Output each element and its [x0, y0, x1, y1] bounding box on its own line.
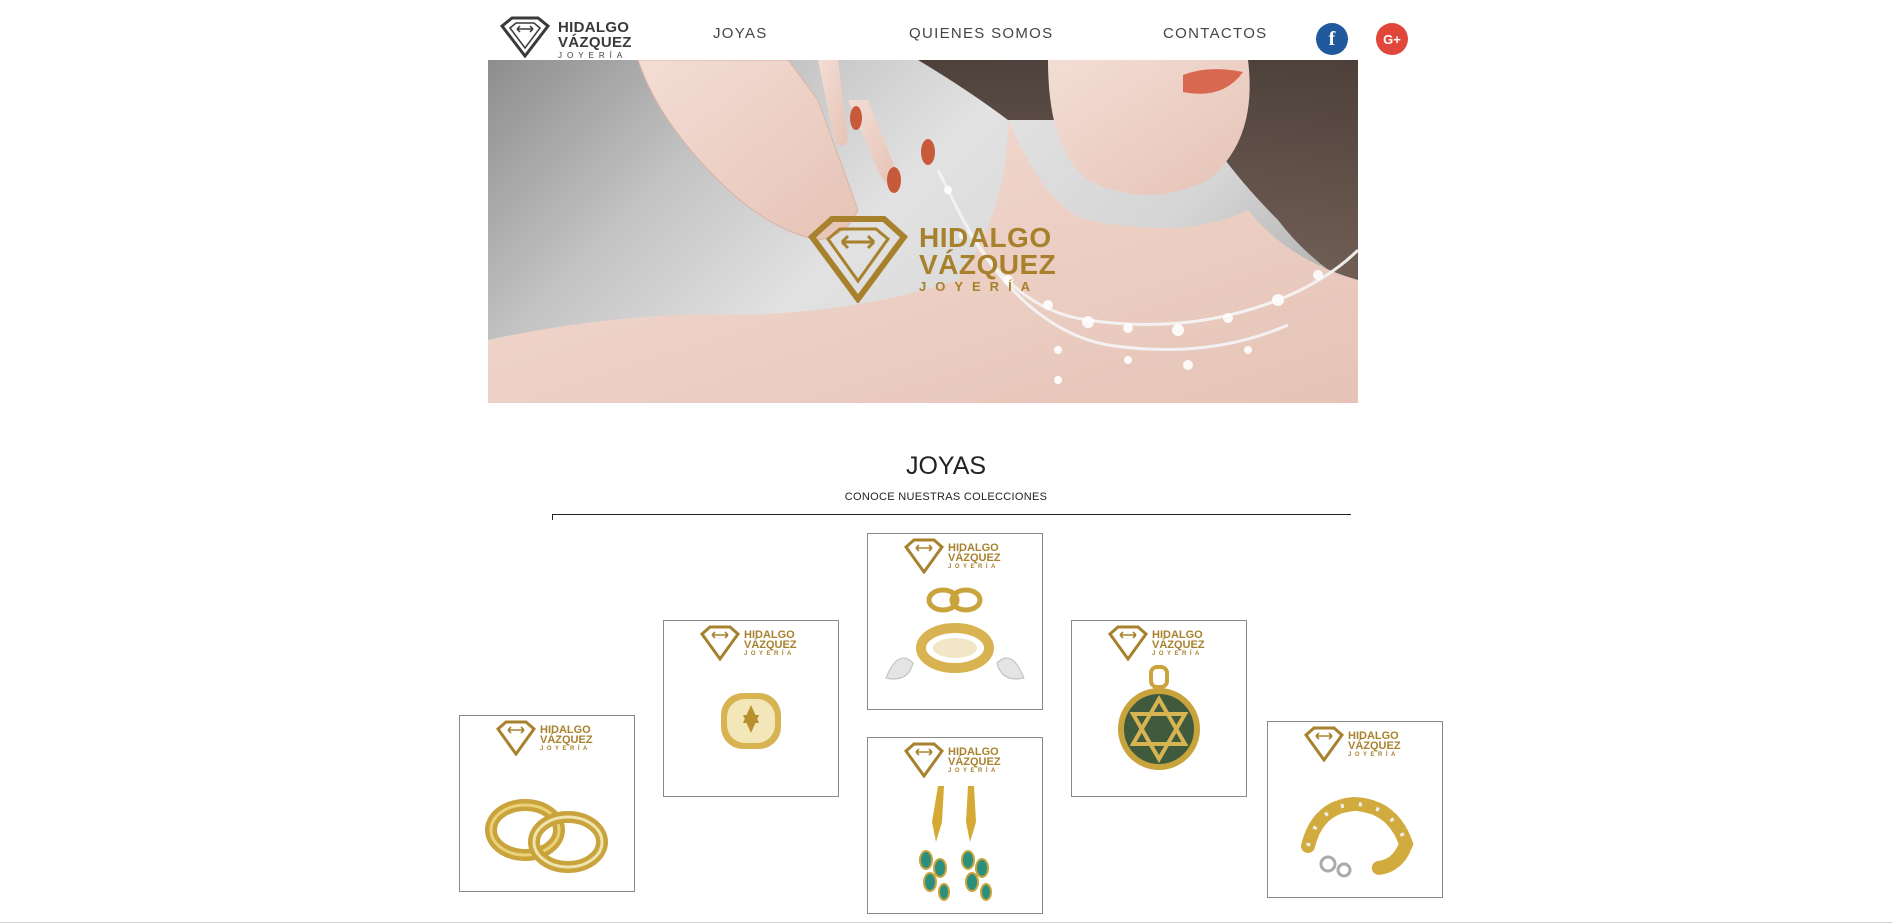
card-logo-line2: VÁZQUEZ — [1152, 639, 1205, 652]
diamond-logo-icon — [500, 16, 550, 58]
card-logo: HIDALGO VÁZQUEZ JOYERÍA — [496, 720, 606, 758]
nav-link-quienes-somos[interactable]: QUIENES SOMOS — [909, 25, 1053, 42]
product-card-ring-set[interactable]: HIDALGO VÁZQUEZ JOYERÍA — [867, 533, 1043, 710]
product-card-wedding-rings[interactable]: HIDALGO VÁZQUEZ JOYERÍA — [459, 715, 635, 892]
card-logo-line3: JOYERÍA — [744, 650, 795, 657]
card-logo-line2: VÁZQUEZ — [948, 756, 1001, 769]
card-logo-line2: VÁZQUEZ — [540, 734, 593, 747]
product-card-earrings[interactable]: HIDALGO VÁZQUEZ JOYERÍA — [867, 737, 1043, 914]
section-divider — [552, 514, 1351, 515]
earrings-icon — [919, 786, 992, 901]
card-logo-line3: JOYERÍA — [948, 563, 999, 570]
nav-link-contactos[interactable]: CONTACTOS — [1163, 25, 1267, 42]
gold-diamond-logo-icon — [904, 742, 944, 778]
googleplus-icon[interactable]: G+ — [1376, 23, 1408, 55]
logo-text-line1: HIDALGO — [558, 19, 630, 36]
gold-diamond-logo-icon — [904, 538, 944, 574]
hero-logo: HIDALGO VÁZQUEZ JOYERÍA — [808, 215, 1068, 305]
card-logo-line2: VÁZQUEZ — [744, 639, 797, 652]
card-logo: HIDALGO VÁZQUEZ JOYERÍA — [1108, 625, 1218, 663]
wide-ring-icon — [721, 693, 781, 749]
card-logo: HIDALGO VÁZQUEZ JOYERÍA — [904, 742, 1014, 780]
ring-set-icon — [885, 587, 1025, 680]
gold-diamond-logo-icon — [700, 625, 740, 661]
section-subtitle: CONOCE NUESTRAS COLECCIONES — [844, 491, 1048, 503]
header-logo[interactable]: HIDALGO VÁZQUEZ JOYERÍA — [500, 14, 632, 60]
gold-diamond-logo-icon — [808, 216, 908, 303]
page-bottom-border — [0, 922, 1892, 923]
section-title: JOYAS — [905, 452, 987, 480]
card-logo: HIDALGO VÁZQUEZ JOYERÍA — [1304, 726, 1414, 764]
gold-diamond-logo-icon — [1304, 726, 1344, 762]
card-logo-line2: VÁZQUEZ — [1348, 740, 1401, 753]
hero-banner: HIDALGO VÁZQUEZ JOYERÍA — [488, 60, 1358, 403]
facebook-glyph: f — [1328, 27, 1336, 50]
facebook-icon[interactable]: f — [1316, 23, 1348, 55]
section-divider-tick — [552, 514, 553, 520]
product-card-wide-ring[interactable]: HIDALGO VÁZQUEZ JOYERÍA — [663, 620, 839, 797]
logo-text-line2: VÁZQUEZ — [558, 34, 632, 51]
hero-logo-line2: VÁZQUEZ — [919, 248, 1057, 280]
product-card-bracelet[interactable]: HIDALGO VÁZQUEZ JOYERÍA — [1267, 721, 1443, 898]
hero-logo-line3: JOYERÍA — [919, 279, 1040, 295]
logo-text-line3: JOYERÍA — [558, 51, 628, 60]
star-pendant-icon — [1118, 665, 1200, 770]
gold-diamond-logo-icon — [496, 720, 536, 756]
googleplus-glyph: G+ — [1383, 31, 1401, 47]
card-logo-line3: JOYERÍA — [1348, 751, 1399, 758]
gold-diamond-logo-icon — [1108, 625, 1148, 661]
nav-link-joyas[interactable]: JOYAS — [713, 25, 768, 42]
card-logo-line3: JOYERÍA — [540, 745, 591, 752]
product-card-star-pendant[interactable]: HIDALGO VÁZQUEZ JOYERÍA — [1071, 620, 1247, 797]
card-logo-line2: VÁZQUEZ — [948, 552, 1001, 565]
card-logo-line3: JOYERÍA — [1152, 650, 1203, 657]
card-logo-line3: JOYERÍA — [948, 767, 999, 774]
bracelet-icon — [1301, 796, 1414, 878]
card-logo: HIDALGO VÁZQUEZ JOYERÍA — [904, 538, 1014, 576]
card-logo: HIDALGO VÁZQUEZ JOYERÍA — [700, 625, 810, 663]
wedding-rings-icon — [485, 799, 608, 873]
hero-logo-line1: HIDALGO — [919, 222, 1052, 253]
